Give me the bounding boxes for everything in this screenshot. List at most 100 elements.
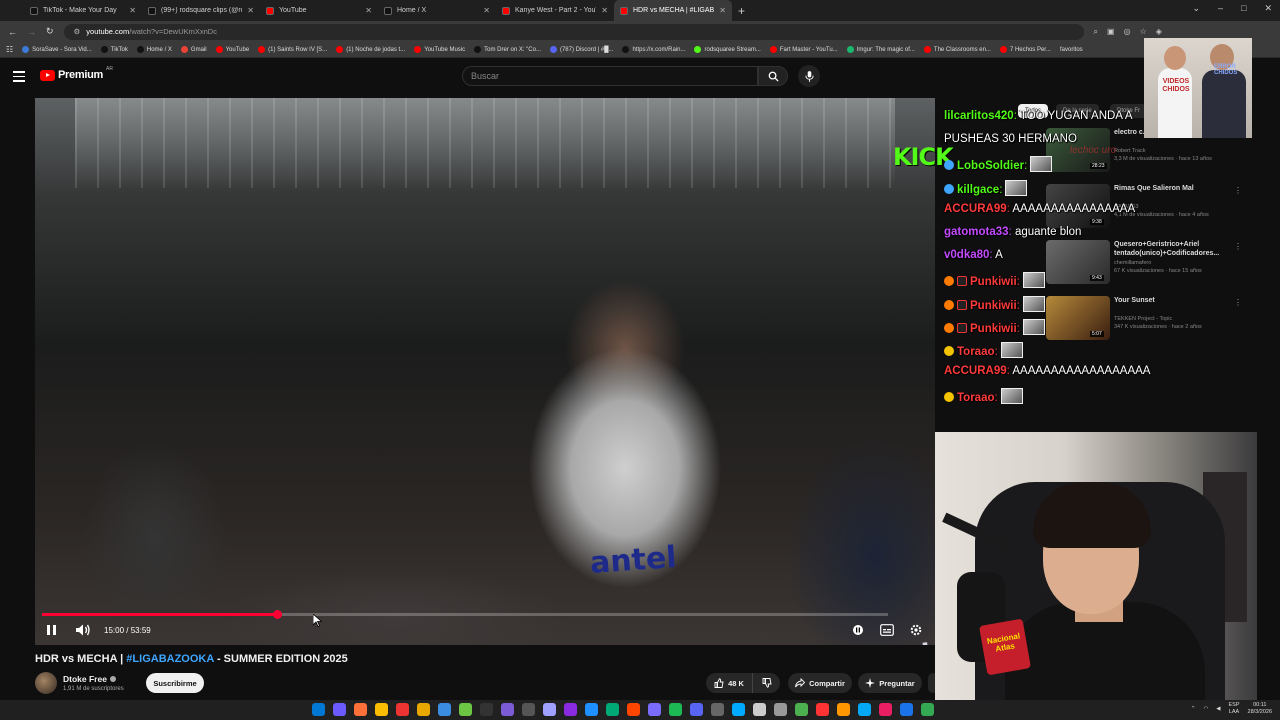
taskbar-app-icon[interactable] [774,703,787,716]
more-options-icon[interactable]: ⋮ [1234,298,1242,307]
bookmark-item[interactable]: (1) Saints Row IV [S... [258,46,327,53]
taskbar-app-icon[interactable] [438,703,451,716]
tab-close-icon[interactable]: ✕ [719,6,726,15]
eye-off-icon[interactable]: ◎ [1124,27,1131,37]
taskbar-app-icon[interactable] [522,703,535,716]
taskbar-app-icon[interactable] [837,703,850,716]
channel-name[interactable]: Dtoke Free [63,674,116,684]
chat-username[interactable]: v0dka80 [944,249,989,261]
bookmark-item[interactable]: TikTok [100,46,128,53]
settings-icon[interactable] [910,624,922,636]
like-button[interactable]: 48 K [706,673,752,693]
video-hashtag-link[interactable]: #LIGABAZOOKA [126,653,214,665]
bookmark-item[interactable]: (787) Discord | #█... [549,46,613,53]
subscribe-button[interactable]: Suscribirme [146,673,204,693]
taskbar-app-icon[interactable] [711,703,724,716]
bookmark-item[interactable]: Home / X [136,46,172,53]
clock[interactable]: 00:11 28/3/2026 [1248,702,1272,716]
taskbar-app-icon[interactable] [795,703,808,716]
video-player[interactable]: antel antel [35,98,935,645]
taskbar-app-icon[interactable] [354,703,367,716]
wifi-icon[interactable]: ◠ [1203,706,1208,712]
bookmark-item[interactable]: The Classrooms en... [923,46,991,53]
browser-tab[interactable]: TikTok - Make Your Day ✕ [24,0,142,21]
tab-close-icon[interactable]: ✕ [247,6,254,15]
taskbar-app-icon[interactable] [816,703,829,716]
close-window-button[interactable]: ✕ [1264,3,1272,14]
autoplay-toggle-icon[interactable] [852,624,864,636]
taskbar-app-icon[interactable] [501,703,514,716]
youtube-logo[interactable]: Premium AR [40,66,113,81]
chat-username[interactable]: killgace [957,184,999,196]
taskbar-app-icon[interactable] [879,703,892,716]
chat-username[interactable]: LoboSoldier [957,160,1024,172]
taskbar-app-icon[interactable] [669,703,682,716]
tab-close-icon[interactable]: ✕ [365,6,372,15]
progress-bar[interactable] [42,610,888,619]
bookmark-item[interactable]: Gmail [180,46,207,53]
chat-username[interactable]: ACCURA99 [944,365,1007,377]
channel-name-text[interactable]: Dtoke Free [63,674,107,684]
pause-button[interactable] [42,621,60,639]
bookmark-item[interactable]: Tom Drer on X: "Co... [474,46,541,53]
taskbar-app-icon[interactable] [690,703,703,716]
share-button[interactable]: Compartir [788,673,852,693]
taskbar-app-icon[interactable] [396,703,409,716]
taskbar-app-icon[interactable] [753,703,766,716]
site-info-icon[interactable]: ⚙ [74,27,81,36]
channel-avatar[interactable] [35,672,57,694]
voice-search-button[interactable] [798,65,820,87]
chat-username[interactable]: Toraao [957,392,995,404]
chat-username[interactable]: Punkiwii [970,276,1017,288]
more-options-icon[interactable]: ⋮ [1234,186,1242,195]
address-bar[interactable]: ⚙ youtube.com/watch?v=DewUKmXxnDc [63,23,1084,40]
taskbar-app-icon[interactable] [921,703,934,716]
taskbar-app-icon[interactable] [627,703,640,716]
extension-icon[interactable]: ◈ [1156,27,1162,37]
speaker-icon[interactable]: ◀ [1216,706,1220,712]
dislike-button[interactable] [752,673,780,693]
zoom-icon[interactable]: ⌕ [1094,27,1098,37]
chat-username[interactable]: ACCURA99 [944,203,1007,215]
taskbar-app-icon[interactable] [480,703,493,716]
taskbar-app-icon[interactable] [459,703,472,716]
taskbar-app-icon[interactable] [648,703,661,716]
ask-button[interactable]: Preguntar [858,673,922,693]
search-input[interactable]: Buscar [462,66,758,86]
browser-tab[interactable]: YouTube ✕ [260,0,378,21]
language-indicator[interactable]: ESP LAA [1229,702,1240,716]
back-icon[interactable]: ← [8,27,17,37]
chat-username[interactable]: Punkiwii [970,323,1017,335]
bookmark-item[interactable]: YouTube [215,46,249,53]
search-button[interactable] [758,66,788,86]
bookmark-item[interactable]: rodsquaree Stream... [694,46,761,53]
reload-icon[interactable]: ↻ [46,26,54,37]
menu-icon[interactable] [13,71,25,82]
bookmark-item[interactable]: YouTube Music [414,46,465,53]
bookmark-item[interactable]: 7 Hechos Per... [999,46,1051,53]
chat-username[interactable]: lilcarlitos420 [944,110,1014,122]
taskbar-app-icon[interactable] [858,703,871,716]
taskbar-app-icon[interactable] [732,703,745,716]
bookmarks-end-label[interactable]: favoritos [1060,47,1083,53]
volume-icon[interactable] [74,621,92,639]
more-options-icon[interactable]: ⋮ [1234,242,1242,251]
browser-tab[interactable]: HDR vs MECHA | #LIGABA... ✕ [614,0,732,21]
chat-username[interactable]: gatomota33 [944,226,1009,238]
taskbar-app-icon[interactable] [312,703,325,716]
taskbar-app-icon[interactable] [543,703,556,716]
tab-close-icon[interactable]: ✕ [601,6,608,15]
subtitles-icon[interactable] [880,624,894,636]
browser-tab[interactable]: (99+) rodsquare clips (@rodsq... ✕ [142,0,260,21]
bookmark-item[interactable]: SoraSave - Sora Vid... [22,46,92,53]
bookmark-item[interactable]: https://x.com/Rain... [622,46,685,53]
taskbar-app-icon[interactable] [585,703,598,716]
browser-tab[interactable]: Kanye West - Part 2 - YouTube ✕ [496,0,614,21]
new-tab-button[interactable]: + [738,4,745,18]
tab-search-icon[interactable]: ⌄ [1192,3,1200,14]
bookmark-item[interactable]: (1) Noche de jodas t... [336,46,405,53]
browser-tab[interactable]: Home / X ✕ [378,0,496,21]
taskbar-app-icon[interactable] [564,703,577,716]
tab-close-icon[interactable]: ✕ [483,6,490,15]
bookmark-star-icon[interactable]: ☆ [1140,27,1147,37]
